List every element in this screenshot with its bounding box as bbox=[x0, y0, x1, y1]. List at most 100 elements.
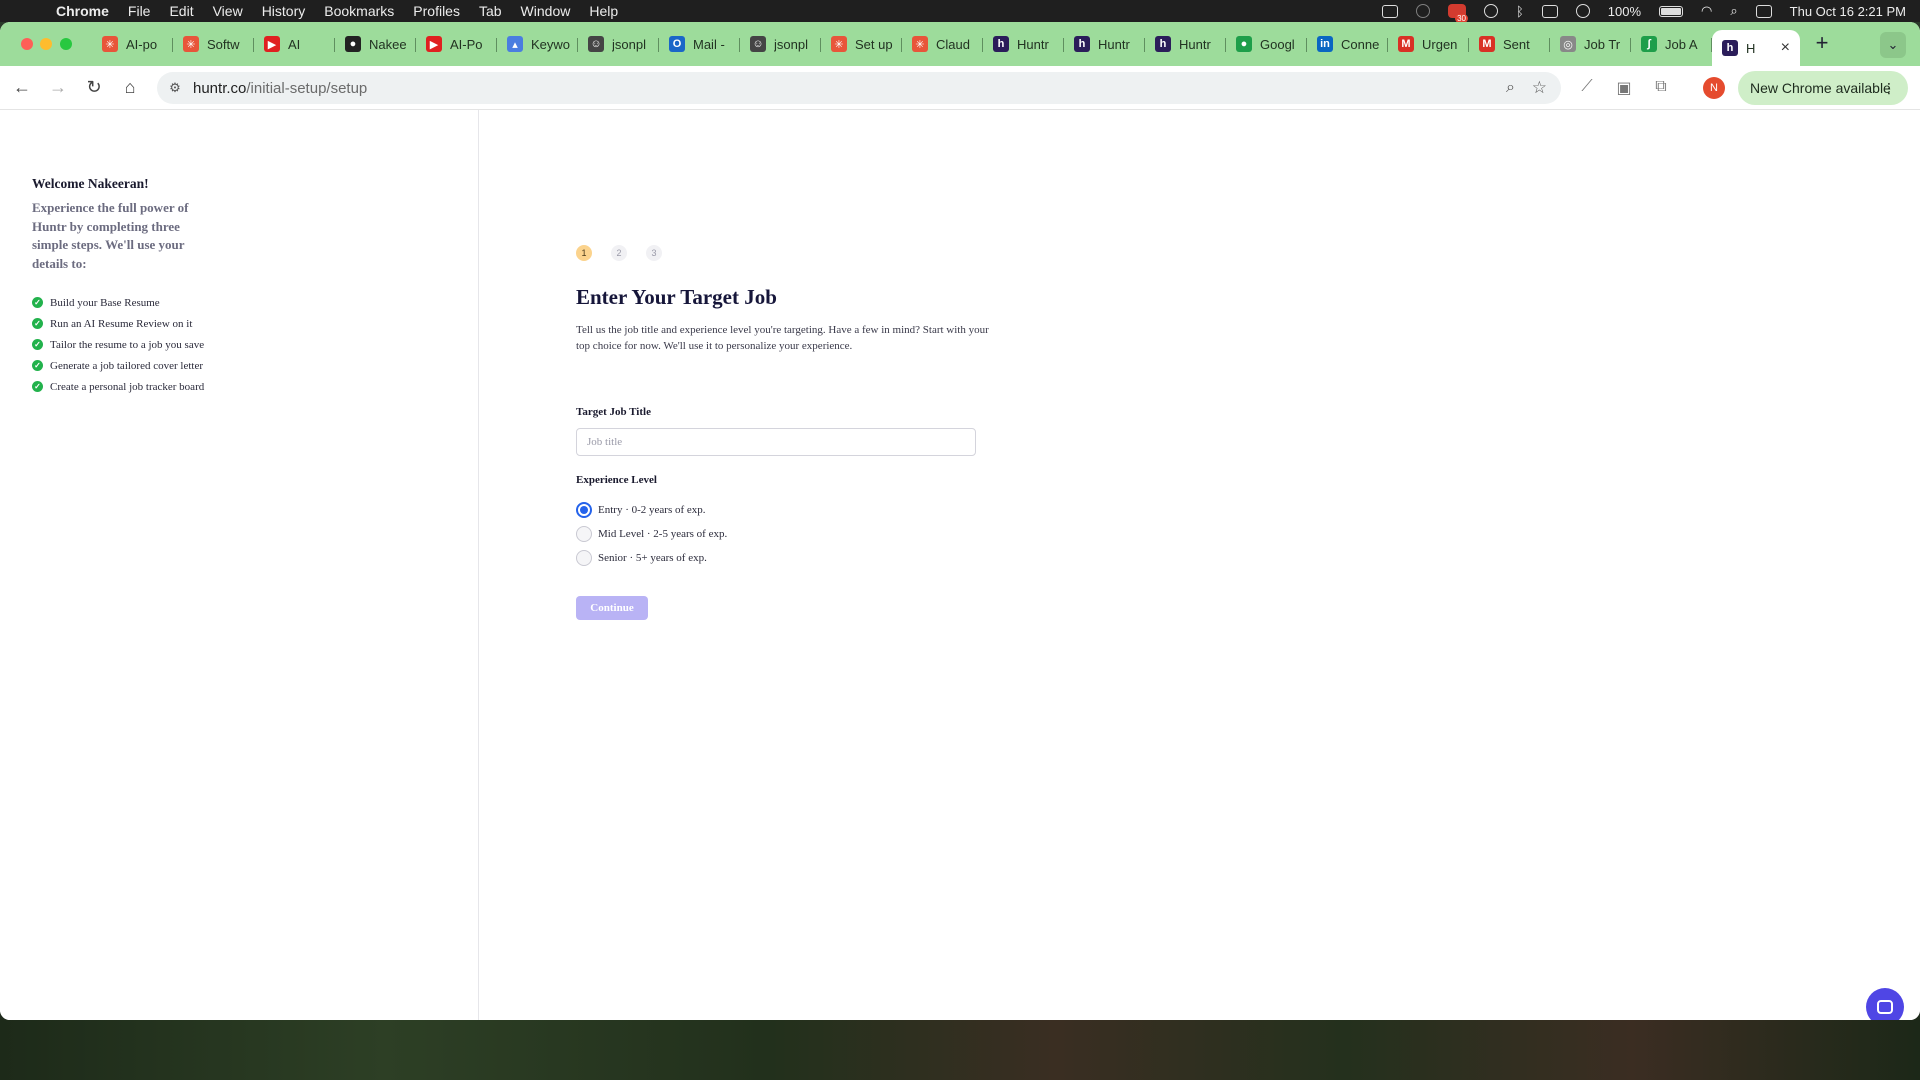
clock-datetime[interactable]: Thu Oct 16 2:21 PM bbox=[1790, 4, 1906, 19]
feature-label: Run an AI Resume Review on it bbox=[50, 317, 193, 330]
extension-pin-icon[interactable]: ⟋ bbox=[1577, 78, 1597, 98]
profile-avatar[interactable]: N bbox=[1703, 77, 1725, 99]
extension-icon[interactable]: ▣ bbox=[1614, 78, 1634, 98]
menu-edit[interactable]: Edit bbox=[169, 3, 193, 19]
close-tab-icon[interactable]: × bbox=[1781, 39, 1790, 57]
reload-icon[interactable]: ↻ bbox=[76, 77, 112, 98]
radio-senior[interactable] bbox=[576, 550, 592, 566]
close-window-button[interactable] bbox=[21, 38, 33, 50]
zoom-icon[interactable]: ⌕ bbox=[1506, 79, 1515, 97]
globe-icon: ◎ bbox=[1560, 36, 1576, 52]
tab-label: AI bbox=[288, 36, 301, 52]
control-center-icon[interactable] bbox=[1755, 4, 1772, 18]
radio-entry[interactable] bbox=[576, 502, 592, 518]
tab[interactable]: in Conne bbox=[1307, 29, 1388, 59]
tab[interactable]: ☺ jsonpl bbox=[740, 29, 821, 59]
bluetooth-icon[interactable]: ᛒ bbox=[1516, 4, 1524, 19]
experience-option-entry[interactable]: Entry · 0-2 years of exp. bbox=[576, 502, 706, 518]
menu-tab[interactable]: Tab bbox=[479, 3, 502, 19]
page-description: Tell us the job title and experience lev… bbox=[576, 324, 989, 352]
tab[interactable]: ✳ Softw bbox=[173, 29, 254, 59]
play-icon[interactable] bbox=[1575, 4, 1590, 18]
menu-view[interactable]: View bbox=[213, 3, 243, 19]
back-arrow-icon[interactable]: ← bbox=[4, 77, 40, 98]
site-info-icon[interactable]: ⚙ bbox=[157, 80, 193, 96]
check-circle-icon: ✓ bbox=[32, 360, 43, 371]
address-bar[interactable]: ⚙ huntr.co/initial-setup/setup ⌕ ☆ bbox=[157, 72, 1561, 104]
menu-app-chrome[interactable]: Chrome bbox=[56, 3, 109, 19]
continue-button[interactable]: Continue bbox=[576, 596, 648, 620]
tab[interactable]: ● Nakee bbox=[335, 29, 416, 59]
notification-app-icon[interactable]: 30 bbox=[1447, 4, 1468, 23]
gmail-icon: M bbox=[1479, 36, 1495, 52]
creative-cloud-icon[interactable] bbox=[1483, 4, 1498, 18]
tab-label: Set up bbox=[855, 36, 893, 52]
tab-label: Mail - bbox=[693, 36, 725, 52]
forward-arrow-icon[interactable]: → bbox=[40, 77, 76, 98]
tab[interactable]: h Huntr bbox=[983, 29, 1064, 59]
tab[interactable]: O Mail - bbox=[659, 29, 740, 59]
tab[interactable]: ✳ AI-po bbox=[92, 29, 173, 59]
screen-mirroring-icon[interactable] bbox=[1541, 4, 1558, 18]
radio-mid[interactable] bbox=[576, 526, 592, 542]
menu-file[interactable]: File bbox=[128, 3, 151, 19]
tab-label: Nakee bbox=[369, 36, 407, 52]
new-chrome-available-button[interactable]: New Chrome available ⋮ bbox=[1738, 71, 1908, 105]
minimize-window-button[interactable] bbox=[40, 38, 52, 50]
experience-option-mid[interactable]: Mid Level · 2-5 years of exp. bbox=[576, 526, 727, 542]
bookmark-star-icon[interactable]: ☆ bbox=[1532, 78, 1547, 98]
menu-window[interactable]: Window bbox=[521, 3, 571, 19]
more-menu-icon[interactable]: ⋮ bbox=[1882, 80, 1896, 97]
loading-icon[interactable] bbox=[1415, 4, 1430, 18]
radio-senior-label[interactable]: Senior · 5+ years of exp. bbox=[598, 552, 707, 564]
tab[interactable]: ✳ Set up bbox=[821, 29, 902, 59]
robot-icon: ☺ bbox=[588, 36, 604, 52]
spotlight-search-icon[interactable]: ⌕ bbox=[1730, 3, 1737, 19]
menu-history[interactable]: History bbox=[262, 3, 306, 19]
chart-icon: ▴ bbox=[507, 36, 523, 52]
tab-label: Urgen bbox=[1422, 36, 1458, 52]
menu-bar-status-area: 30 ᛒ 100% ◠ ⌕ Thu Oct 16 2:21 PM bbox=[1381, 0, 1906, 23]
package-icon[interactable] bbox=[1381, 4, 1398, 18]
tab[interactable]: ● Googl bbox=[1226, 29, 1307, 59]
feature-label: Generate a job tailored cover letter bbox=[50, 359, 204, 372]
experience-option-senior[interactable]: Senior · 5+ years of exp. bbox=[576, 550, 707, 566]
tab[interactable]: ☺ jsonpl bbox=[578, 29, 659, 59]
battery-icon[interactable] bbox=[1659, 5, 1684, 17]
tab-search-button[interactable]: ⌄ bbox=[1880, 32, 1906, 58]
tab[interactable]: ▶ AI-Po bbox=[416, 29, 497, 59]
tab-strip: ✳ AI-po ✳ Softw ▶ AI ● Nakee ▶ AI-Po ▴ Keywo ☺ jsonpl… bbox=[0, 22, 1920, 66]
tab[interactable]: h Huntr bbox=[1145, 29, 1226, 59]
menu-bookmarks[interactable]: Bookmarks bbox=[324, 3, 394, 19]
tab[interactable]: M Sent bbox=[1469, 29, 1550, 59]
tab-label: Googl bbox=[1260, 36, 1295, 52]
new-tab-button[interactable]: + bbox=[1808, 30, 1836, 56]
tab[interactable]: M Urgen bbox=[1388, 29, 1469, 59]
radio-mid-label[interactable]: Mid Level · 2-5 years of exp. bbox=[598, 528, 727, 540]
chat-icon bbox=[1877, 1000, 1893, 1014]
tab[interactable]: ✳ Claud bbox=[902, 29, 983, 59]
menu-help[interactable]: Help bbox=[589, 3, 618, 19]
extensions-puzzle-icon[interactable]: ⧉ bbox=[1651, 78, 1671, 98]
url-host: huntr.co bbox=[193, 79, 247, 97]
fullscreen-window-button[interactable] bbox=[60, 38, 72, 50]
tab[interactable]: ▴ Keywo bbox=[497, 29, 578, 59]
feature-list: ✓ Build your Base Resume ✓ Run an AI Resum… bbox=[32, 292, 204, 397]
tab[interactable]: ∫ Job A bbox=[1631, 29, 1712, 59]
chat-support-button[interactable] bbox=[1866, 988, 1904, 1020]
wifi-icon[interactable]: ◠ bbox=[1701, 3, 1712, 19]
target-job-title-label: Target Job Title bbox=[576, 406, 651, 418]
tab-active[interactable]: h H × bbox=[1712, 30, 1800, 66]
url-text[interactable]: huntr.co/initial-setup/setup bbox=[193, 80, 367, 97]
tab[interactable]: h Huntr bbox=[1064, 29, 1145, 59]
radio-entry-label[interactable]: Entry · 0-2 years of exp. bbox=[598, 504, 706, 516]
job-title-input[interactable] bbox=[576, 428, 976, 456]
url-path: /initial-setup/setup bbox=[246, 79, 368, 97]
asterisk-icon: ✳ bbox=[912, 36, 928, 52]
tab[interactable]: ▶ AI bbox=[254, 29, 335, 59]
tab-label: jsonpl bbox=[774, 36, 808, 52]
menu-profiles[interactable]: Profiles bbox=[413, 3, 460, 19]
check-circle-icon: ✓ bbox=[32, 339, 43, 350]
home-icon[interactable]: ⌂ bbox=[112, 77, 148, 98]
tab[interactable]: ◎ Job Tr bbox=[1550, 29, 1631, 59]
